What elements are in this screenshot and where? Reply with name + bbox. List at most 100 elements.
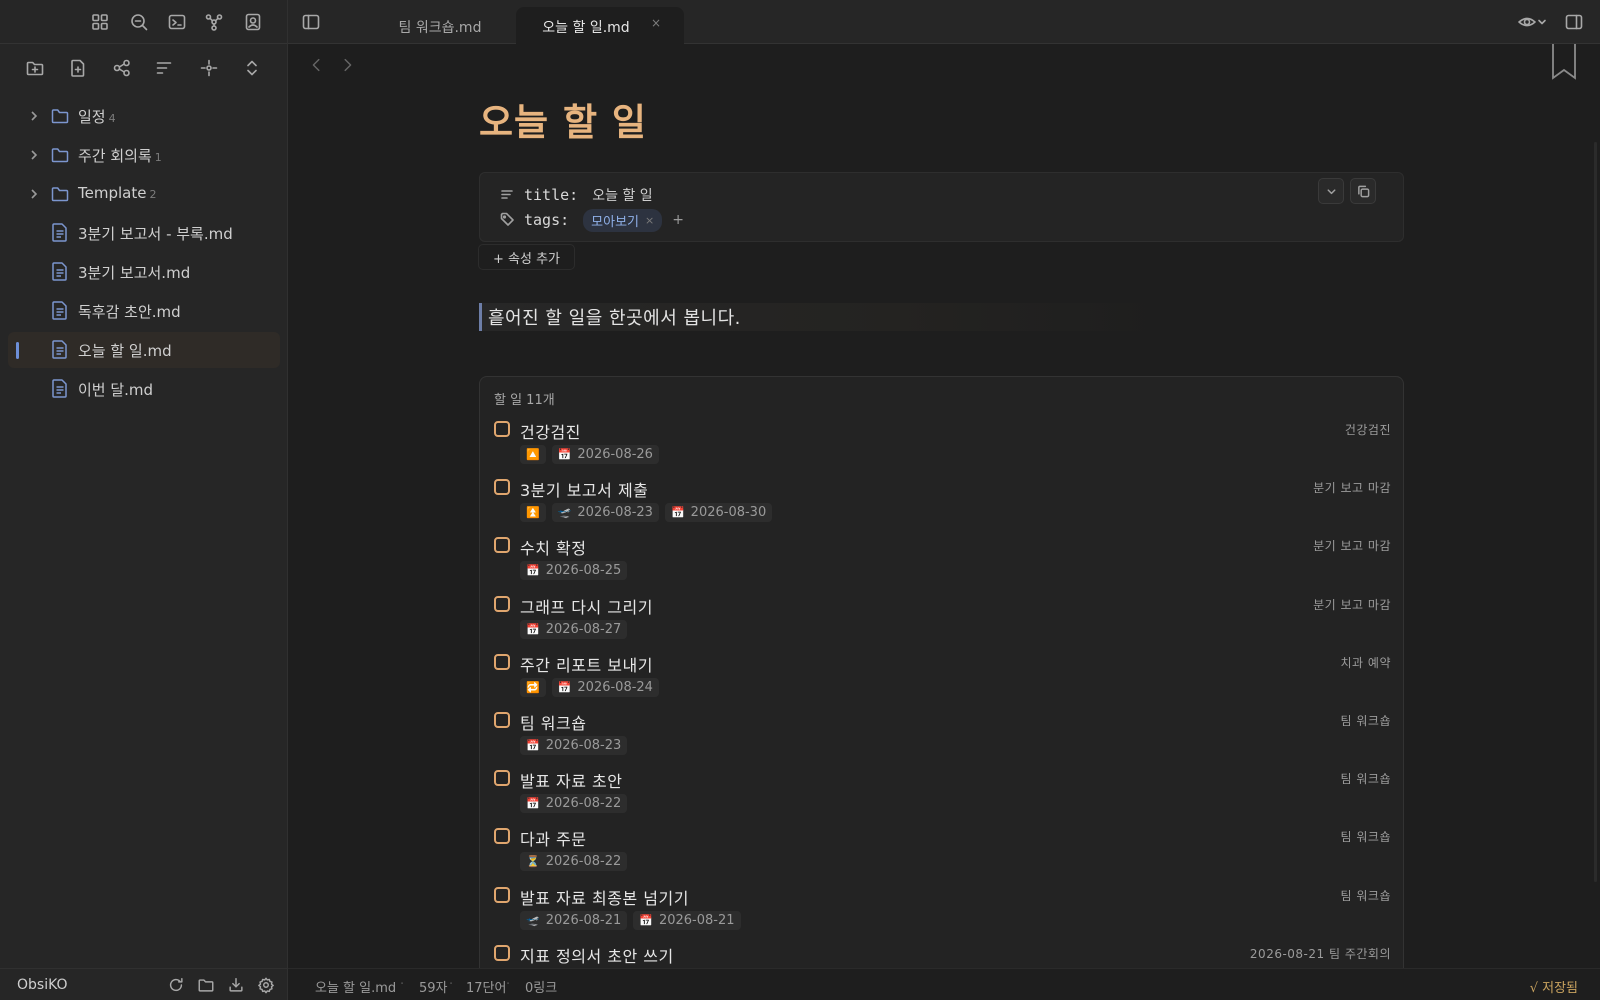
collapse-properties-icon[interactable] — [1318, 178, 1344, 204]
meta-date: 2026-08-23 — [545, 738, 622, 753]
vault-name[interactable]: ObsiKO — [17, 977, 68, 993]
new-folder-icon[interactable] — [23, 56, 47, 80]
forward-arrow-icon[interactable] — [338, 56, 358, 76]
settings-gear-icon[interactable] — [256, 975, 276, 995]
task-name[interactable]: 주간 리포트 보내기 — [520, 652, 653, 676]
tree-file[interactable]: 이번 달.md — [8, 371, 280, 407]
task-checkbox[interactable] — [494, 828, 510, 845]
meta-date: 2026-08-22 — [545, 796, 622, 812]
file-tree: 일정 4 주간 회의록 1 Template 2 3분기 보고서 - 부록.md 3분기 보고… — [8, 98, 280, 410]
property-value[interactable]: 오늘 할 일 — [592, 185, 652, 205]
task-name[interactable]: 3분기 보고서 제출 — [520, 477, 648, 501]
meta-date: 2026-08-26 — [577, 447, 653, 462]
refresh-icon[interactable] — [166, 975, 186, 995]
task-meta: ⏳ 2026-08-22 — [520, 852, 628, 872]
task-name[interactable]: 수치 확정 — [520, 535, 586, 559]
graph-icon[interactable] — [203, 11, 225, 33]
task-meta-chip: 🛫 2026-08-21 — [520, 910, 628, 930]
tag-remove-icon[interactable]: × — [645, 214, 654, 227]
task-checkbox[interactable] — [494, 479, 510, 496]
folder-icon — [50, 145, 70, 165]
graph-view-icon[interactable] — [110, 56, 134, 80]
search-icon[interactable] — [128, 11, 150, 33]
task-item: 발표 자료 초안 팀 워크숍 📅 2026-08-22 — [480, 766, 1405, 824]
task-checkbox[interactable] — [494, 886, 510, 903]
task-source-link[interactable]: 팀 워크숍 — [1341, 828, 1391, 845]
task-source-link[interactable]: 분기 보고 마감 — [1313, 479, 1391, 496]
chevron-right-icon[interactable] — [27, 187, 41, 201]
task-source-link[interactable]: 팀 워크숍 — [1341, 770, 1391, 787]
tag-pill[interactable]: 모아보기 × — [583, 208, 663, 232]
task-source-link[interactable]: 분기 보고 마감 — [1313, 596, 1391, 613]
tree-file[interactable]: 오늘 할 일.md — [8, 332, 280, 368]
folder-icon — [50, 106, 70, 126]
task-source-link[interactable]: 팀 워크숍 — [1341, 887, 1391, 904]
tag-add-button[interactable]: + — [672, 212, 684, 228]
right-sidebar-toggle-icon[interactable] — [1563, 11, 1585, 33]
task-meta: 📅 2026-08-23 — [520, 736, 628, 755]
task-checkbox[interactable] — [494, 770, 510, 787]
bookmark-icon[interactable] — [1551, 44, 1577, 80]
terminal-icon[interactable] — [166, 11, 188, 33]
task-source-link[interactable]: 2026-08-21 팀 주간회의 — [1250, 945, 1391, 962]
task-source-link[interactable]: 분기 보고 마감 — [1313, 537, 1391, 554]
scrollbar[interactable] — [1594, 142, 1597, 882]
meta-emoji-icon: 📅 — [557, 680, 572, 694]
tab-team-workshop[interactable]: 팀 워크숍.md × — [370, 7, 568, 44]
task-name[interactable]: 다과 주문 — [520, 826, 586, 850]
folder-icon[interactable] — [196, 975, 216, 995]
tree-folder[interactable]: 주간 회의록 1 — [8, 137, 280, 173]
sort-icon[interactable] — [152, 56, 176, 80]
task-checkbox[interactable] — [494, 537, 510, 554]
task-checkbox[interactable] — [494, 653, 510, 670]
tree-folder[interactable]: 일정 4 — [8, 98, 280, 134]
toggle-sidebar-icon[interactable] — [300, 11, 322, 33]
meta-date: 2026-08-27 — [545, 621, 622, 637]
locate-icon[interactable] — [197, 56, 221, 80]
meta-emoji-icon: 📅 — [526, 564, 540, 578]
task-source-link[interactable]: 건강검진 — [1345, 421, 1391, 438]
meta-emoji-icon: 📅 — [526, 797, 540, 811]
tree-file[interactable]: 3분기 보고서.md — [8, 254, 280, 290]
new-file-icon[interactable] — [66, 56, 90, 80]
task-source-link[interactable]: 팀 워크숍 — [1341, 712, 1391, 729]
dashboard-icon[interactable] — [89, 11, 111, 33]
tree-file[interactable]: 독후감 초안.md — [8, 293, 280, 329]
copy-icon[interactable] — [1350, 178, 1376, 204]
task-name[interactable]: 팀 워크숍 — [520, 710, 586, 734]
meta-emoji-icon: 📅 — [639, 913, 653, 927]
properties-panel: title: 오늘 할 일 tags: 모아보기 × + — [479, 172, 1404, 242]
chevron-right-icon[interactable] — [27, 109, 41, 123]
task-checkbox[interactable] — [494, 944, 510, 961]
chevron-right-icon[interactable] — [27, 148, 41, 162]
status-bar: 오늘 할 일.md · 59자 · 17단어 · 0링크 √ 저장됨 — [288, 968, 1600, 1000]
property-tags[interactable]: tags: 모아보기 × + — [500, 208, 684, 232]
tree-folder[interactable]: Template 2 — [8, 176, 280, 212]
status-file: 오늘 할 일.md — [315, 981, 397, 996]
task-name[interactable]: 발표 자료 최종본 넘기기 — [520, 885, 689, 909]
task-name[interactable]: 지표 정의서 초안 쓰기 — [520, 943, 674, 967]
task-checkbox[interactable] — [494, 595, 510, 612]
tree-label: 독후감 초안.md — [78, 303, 181, 321]
meta-emoji-icon: 🛫 — [557, 506, 572, 520]
profile-icon[interactable] — [242, 11, 264, 33]
task-source-link[interactable]: 치과 예약 — [1341, 654, 1391, 671]
task-name[interactable]: 발표 자료 초안 — [520, 768, 623, 792]
reading-view-icon[interactable] — [1514, 11, 1550, 33]
note-title: 오늘 할 일 — [479, 101, 647, 144]
add-property-button[interactable]: + 속성 추가 — [478, 244, 575, 270]
tree-file[interactable]: 3분기 보고서 - 부록.md — [8, 215, 280, 251]
tab-today-todo[interactable]: 오늘 할 일.md × — [516, 7, 684, 44]
task-meta: 🔼 📅 2026-08-26 — [520, 445, 659, 464]
back-arrow-icon[interactable] — [308, 56, 328, 76]
task-checkbox[interactable] — [494, 712, 510, 728]
task-name[interactable]: 그래프 다시 그리기 — [520, 594, 653, 618]
property-title[interactable]: title: 오늘 할 일 — [500, 184, 653, 206]
task-meta-chip: 📅 2026-08-22 — [520, 794, 628, 814]
tab-close-icon[interactable]: × — [651, 16, 661, 30]
status-separator: · — [449, 977, 454, 992]
task-checkbox[interactable] — [494, 421, 510, 437]
download-icon[interactable] — [226, 975, 246, 995]
task-name[interactable]: 건강검진 — [520, 419, 581, 443]
expand-collapse-icon[interactable] — [240, 56, 264, 80]
